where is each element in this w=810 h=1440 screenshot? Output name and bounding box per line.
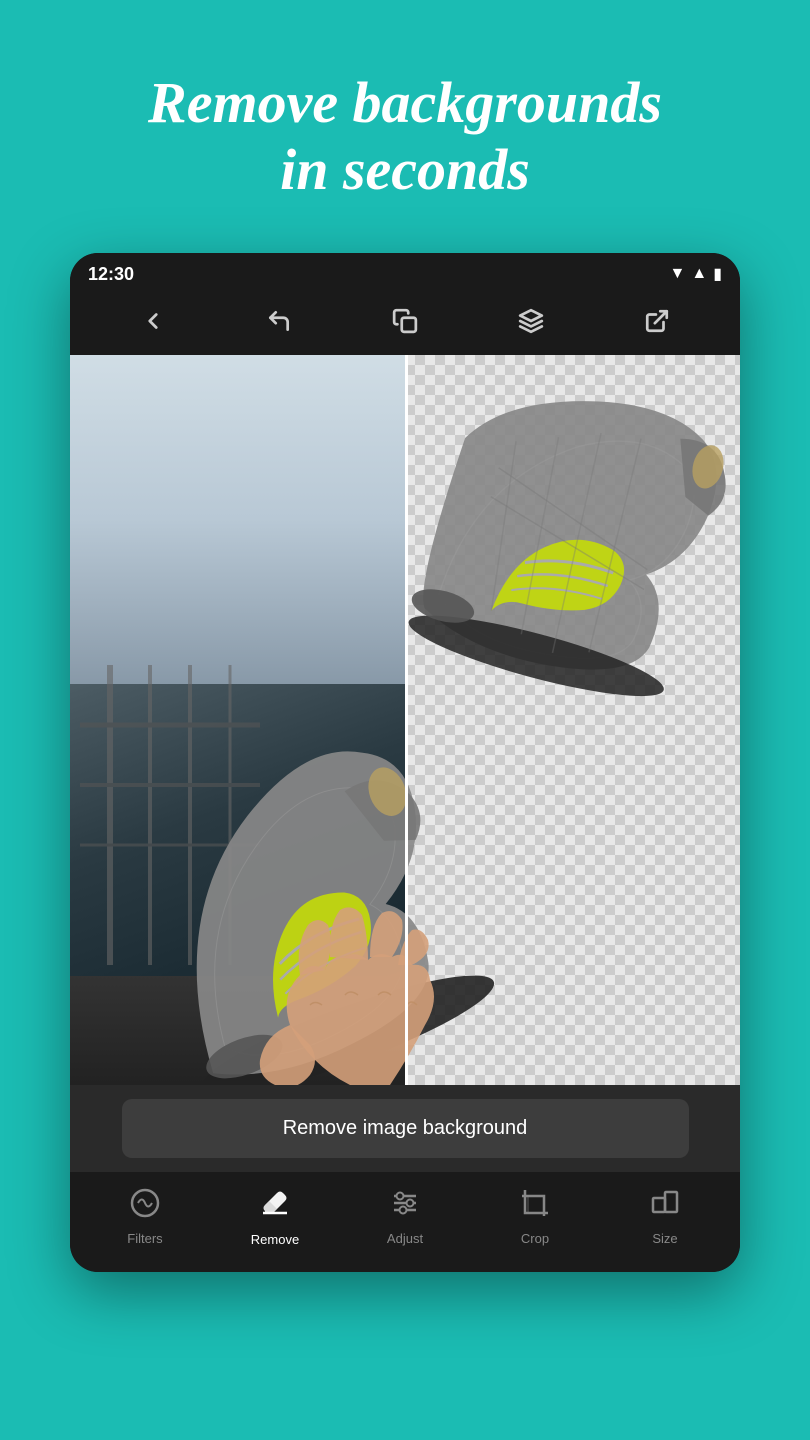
crop-label: Crop [521, 1231, 549, 1246]
size-label: Size [652, 1231, 677, 1246]
nav-item-crop[interactable]: Crop [470, 1188, 600, 1246]
signal-icon: ▲ [691, 265, 707, 283]
toolbar [70, 291, 740, 355]
crop-icon [520, 1188, 550, 1226]
remove-background-button[interactable]: Remove image background [122, 1099, 689, 1158]
undo-icon[interactable] [259, 301, 299, 341]
divider-line [405, 355, 408, 1085]
image-area [70, 355, 740, 1085]
back-icon[interactable] [133, 301, 173, 341]
status-time: 12:30 [88, 264, 134, 285]
filters-icon [130, 1188, 160, 1226]
size-icon [650, 1188, 680, 1226]
headline-line2: in seconds [280, 137, 530, 202]
phone-frame: 12:30 ▼ ▲ ▮ [70, 253, 740, 1272]
status-bar: 12:30 ▼ ▲ ▮ [70, 253, 740, 291]
remove-label: Remove [251, 1232, 299, 1247]
filters-label: Filters [127, 1231, 162, 1246]
adjust-icon [390, 1188, 420, 1226]
bottom-nav: Filters Remove [70, 1172, 740, 1272]
battery-icon: ▮ [713, 264, 722, 284]
headline: Remove backgrounds in seconds [88, 0, 722, 253]
status-icons: ▼ ▲ ▮ [670, 264, 723, 284]
copy-icon[interactable] [385, 301, 425, 341]
nav-item-remove[interactable]: Remove [210, 1187, 340, 1247]
nav-item-size[interactable]: Size [600, 1188, 730, 1246]
remove-icon [259, 1187, 291, 1227]
headline-line1: Remove backgrounds [148, 70, 662, 135]
remove-btn-area: Remove image background [70, 1085, 740, 1172]
wifi-icon: ▼ [670, 265, 686, 283]
adjust-label: Adjust [387, 1231, 423, 1246]
nav-item-adjust[interactable]: Adjust [340, 1188, 470, 1246]
layers-icon[interactable] [511, 301, 551, 341]
nav-item-filters[interactable]: Filters [80, 1188, 210, 1246]
export-icon[interactable] [637, 301, 677, 341]
